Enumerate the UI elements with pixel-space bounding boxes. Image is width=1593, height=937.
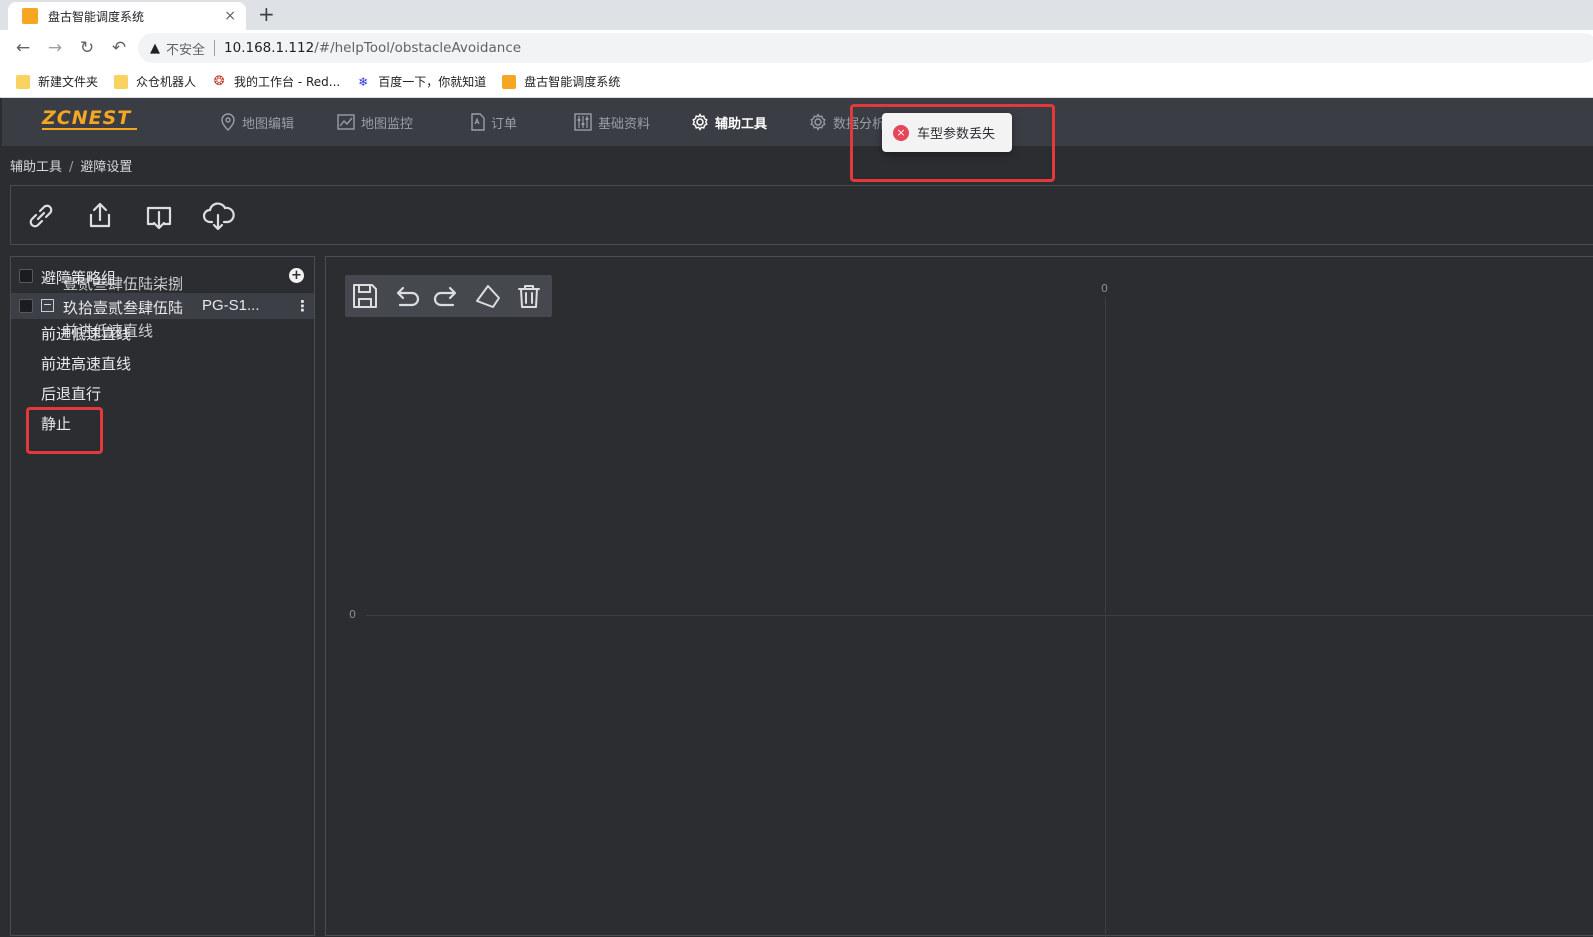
collapse-icon[interactable]: − <box>41 299 54 312</box>
group-checkbox[interactable] <box>19 299 33 313</box>
map-pin-icon <box>221 113 235 131</box>
new-tab-button[interactable]: + <box>258 2 275 26</box>
trash-icon[interactable] <box>514 281 544 311</box>
breadcrumb-current: 避障设置 <box>80 160 133 175</box>
sliders-icon <box>574 113 592 131</box>
gear-icon <box>810 113 826 131</box>
nav-label: 地图监控 <box>361 116 414 132</box>
tree-root-overlap-text: 壹贰叁肆伍陆柒捌 <box>63 275 184 293</box>
bookmark-label: 我的工作台 - Red... <box>234 75 341 89</box>
chart-line-icon <box>337 114 355 130</box>
warning-icon: ▲ <box>150 40 160 56</box>
url-path: /#/helpTool/obstacleAvoidance <box>314 40 522 56</box>
x-axis-origin-label: 0 <box>1101 282 1108 295</box>
toolbar-panel <box>10 185 1593 245</box>
tree-group-code: PG-S1... <box>202 297 260 314</box>
bookmark-item[interactable]: 盘古智能调度系统 <box>502 73 620 90</box>
nav-map-monitor[interactable]: 地图监控 <box>337 98 413 146</box>
bookmark-label: 众仓机器人 <box>136 75 197 89</box>
app-favicon <box>502 74 517 89</box>
back-icon[interactable]: ← <box>7 38 39 58</box>
canvas-toolbar <box>345 275 552 317</box>
error-icon: × <box>893 124 909 141</box>
nav-label: 订单 <box>491 116 518 132</box>
save-icon[interactable] <box>350 281 380 311</box>
y-axis-origin-label: 0 <box>349 608 356 621</box>
editor-canvas[interactable]: 0 0 <box>325 256 1593 937</box>
not-secure-label: 不安全 <box>166 42 206 58</box>
baidu-icon: ❄ <box>358 74 369 89</box>
bookmark-item[interactable]: ❄ 百度一下，你就知道 <box>356 73 486 90</box>
bookmark-label: 百度一下，你就知道 <box>378 75 487 89</box>
document-icon <box>471 113 485 131</box>
app-favicon <box>22 8 38 24</box>
nav-map-edit[interactable]: 地图编辑 <box>220 98 294 146</box>
import-icon[interactable] <box>141 198 177 234</box>
bookmark-label: 盘古智能调度系统 <box>524 75 621 89</box>
tab-title: 盘古智能调度系统 <box>48 9 145 24</box>
nav-helper-tools[interactable]: 辅助工具 <box>691 98 767 146</box>
browser-tabstrip: 盘古智能调度系统 × + <box>0 0 1593 30</box>
tab-close-icon[interactable]: × <box>224 8 236 24</box>
undo-icon[interactable] <box>391 281 421 311</box>
y-axis-line <box>1105 297 1106 937</box>
nav-label: 辅助工具 <box>715 116 768 132</box>
nav-label: 基础资料 <box>598 116 651 132</box>
polygon-icon[interactable] <box>473 281 503 311</box>
x-axis-line <box>366 615 1593 616</box>
tree-node[interactable]: 静止 <box>41 413 71 434</box>
nav-orders[interactable]: 订单 <box>470 98 517 146</box>
tree-node[interactable]: 前进高速直线 <box>41 353 131 374</box>
bookmarks-bar: 新建文件夹 众仓机器人 ❂ 我的工作台 - Red... ❄ 百度一下，你就知道 盘… <box>0 66 1593 98</box>
redmine-icon: ❂ <box>213 73 225 89</box>
address-bar[interactable]: ▲ 不安全 10.168.1.112 /#/helpTool/obstacleA… <box>138 33 1593 63</box>
strategy-tree-panel: 避障策略组 壹贰叁肆伍陆柒捌 + − 玖拾壹贰叁肆伍陆 PG-S1... ⋮ 前… <box>10 256 315 936</box>
folder-icon <box>114 74 129 89</box>
bookmark-item[interactable]: ❂ 我的工作台 - Red... <box>212 73 341 90</box>
folder-icon <box>16 74 30 89</box>
gear-icon <box>692 113 708 131</box>
bookmark-label: 新建文件夹 <box>38 75 99 89</box>
breadcrumb: 辅助工具 / 避障设置 <box>10 156 132 175</box>
tree-node-overlap-text: 前进低速直线 <box>63 322 154 340</box>
tree-node[interactable]: 后退直行 <box>41 383 101 404</box>
add-group-button[interactable]: + <box>289 268 304 283</box>
bookmark-item[interactable]: 新建文件夹 <box>16 73 98 90</box>
nav-data-analysis[interactable]: 数据分析 <box>809 98 885 146</box>
breadcrumb-item[interactable]: 辅助工具 <box>10 160 62 175</box>
error-toast: × 车型参数丢失 <box>882 113 1012 152</box>
browser-tab[interactable]: 盘古智能调度系统 × <box>8 2 246 30</box>
history-back-icon[interactable]: ↶ <box>103 38 135 58</box>
redo-icon[interactable] <box>432 281 462 311</box>
url-host: 10.168.1.112 <box>224 40 315 56</box>
forward-icon[interactable]: → <box>39 38 71 58</box>
browser-toolbar: ← → ↻ ↶ ▲ 不安全 10.168.1.112 /#/helpTool/o… <box>0 30 1593 66</box>
app-navbar: ZCNEST 地图编辑 地图监控 订单 基础资料 辅助工具 数据分析 <box>2 98 1593 146</box>
nav-label: 数据分析 <box>833 116 886 132</box>
nav-basic-data[interactable]: 基础资料 <box>574 98 650 146</box>
toast-message: 车型参数丢失 <box>917 127 996 142</box>
breadcrumb-separator: / <box>69 160 74 175</box>
link-icon[interactable] <box>23 198 59 234</box>
nav-label: 地图编辑 <box>242 116 295 132</box>
bookmark-item[interactable]: 众仓机器人 <box>114 73 196 90</box>
export-icon[interactable] <box>82 198 118 234</box>
more-options-icon[interactable]: ⋮ <box>295 297 310 315</box>
reload-icon[interactable]: ↻ <box>71 38 103 58</box>
tree-group-label[interactable]: 玖拾壹贰叁肆伍陆 <box>63 297 183 318</box>
root-checkbox[interactable] <box>19 269 33 283</box>
zcnest-logo: ZCNEST <box>42 108 138 130</box>
address-divider <box>214 40 216 56</box>
cloud-download-icon[interactable] <box>200 198 236 234</box>
